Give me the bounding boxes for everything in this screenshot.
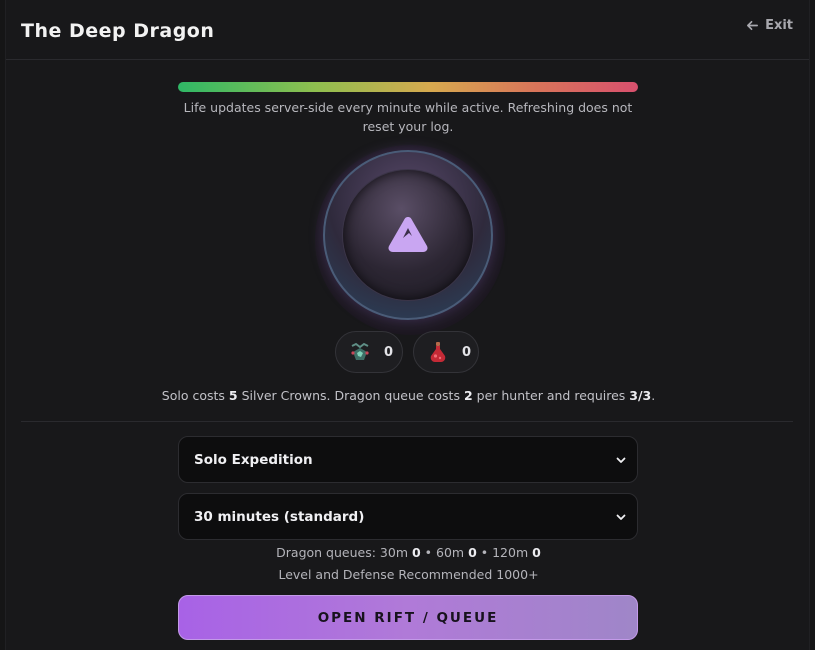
arrow-left-icon [747, 20, 759, 31]
queue-30m-count: 0 [411, 545, 421, 560]
red-potion-icon [430, 342, 446, 362]
separator: • [476, 545, 493, 560]
solo-cost: 5 [228, 388, 238, 403]
queue-label: Dragon queues: [276, 545, 380, 560]
cost-info: Solo costs 5 Silver Crowns. Dragon queue… [6, 388, 811, 403]
queue-120m-label: 120m [492, 545, 533, 560]
recommendation: Level and Defense Recommended 1000+ [278, 567, 539, 582]
life-bar [178, 82, 638, 92]
queue-60m-count: 0 [468, 545, 477, 560]
separator: • [420, 545, 437, 560]
queue-120m-count: 0 [532, 545, 541, 560]
cost-text: per hunter and requires [472, 388, 630, 403]
exit-label: Exit [765, 18, 793, 33]
chevron-down-icon [616, 457, 626, 463]
duration-select-value: 30 minutes (standard) [194, 508, 365, 525]
item-pill-amulet[interactable]: 0 [335, 331, 403, 373]
mode-select-value: Solo Expedition [194, 451, 313, 468]
item-pill-potion[interactable]: 0 [413, 331, 479, 373]
queue-status: Dragon queues: 30m 0 • 60m 0 • 120m 0 [6, 545, 811, 560]
page-title: The Deep Dragon [21, 20, 215, 42]
chevron-down-icon [616, 514, 626, 520]
exit-button[interactable]: Exit [746, 18, 793, 33]
life-note: Life updates server-side every minute wh… [183, 100, 633, 134]
cost-text: Silver Crowns. Dragon queue costs [237, 388, 464, 403]
emerald-amulet-icon [351, 342, 369, 360]
queue-cost: 2 [463, 388, 473, 403]
amulet-count: 0 [384, 344, 394, 360]
mode-select[interactable]: Solo Expedition [178, 436, 638, 483]
duration-select[interactable]: 30 minutes (standard) [178, 493, 638, 540]
queue-60m-label: 60m [436, 545, 469, 560]
party-requirement: 3/3 [629, 388, 652, 403]
cost-text: . [651, 388, 656, 403]
queue-30m-label: 30m [379, 545, 412, 560]
cost-text: Solo costs [161, 388, 229, 403]
header: The Deep Dragon Exit [6, 0, 809, 60]
dungeon-panel: The Deep Dragon Exit Life updates server… [5, 0, 810, 650]
mountain-peak-icon [388, 217, 428, 252]
potion-count: 0 [462, 344, 472, 360]
open-rift-button[interactable]: OPEN RIFT / QUEUE [178, 595, 638, 640]
divider [21, 421, 793, 422]
